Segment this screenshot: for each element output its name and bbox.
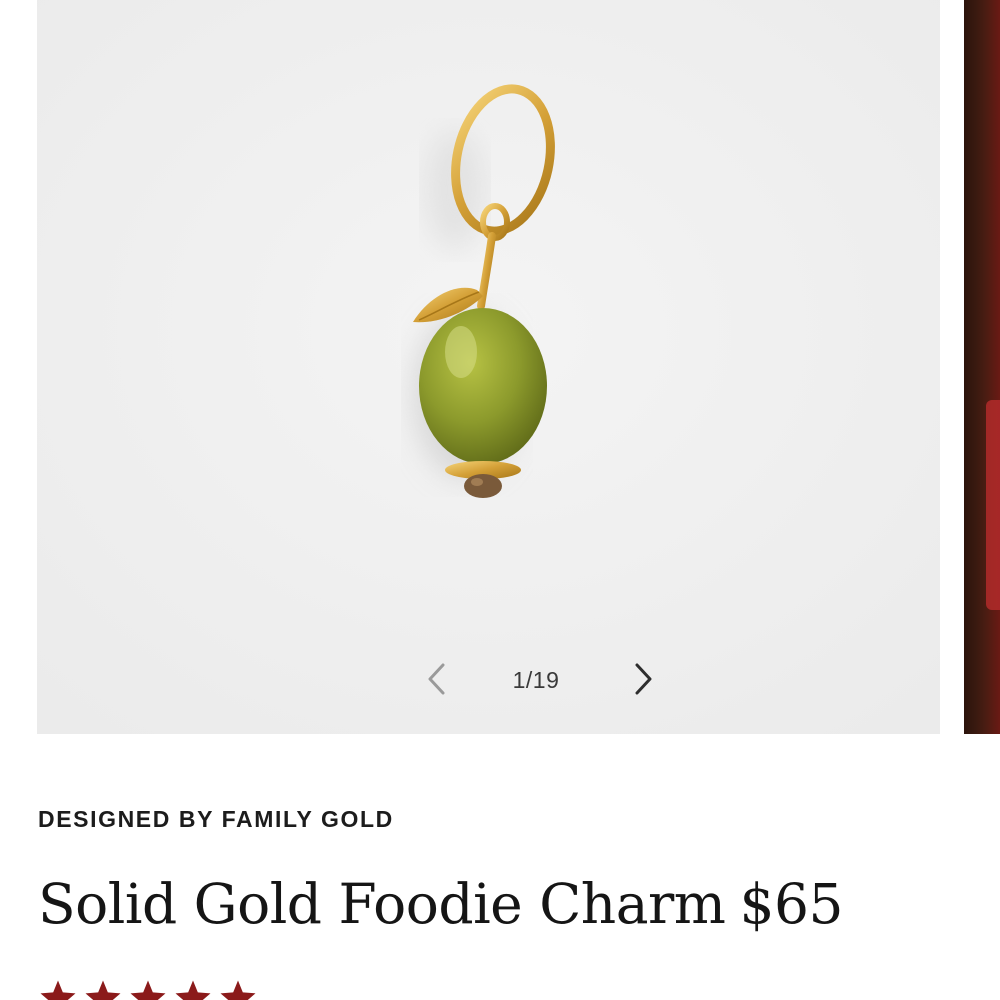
product-image-gallery[interactable]: 1/19 — [37, 0, 940, 734]
chevron-left-icon — [428, 663, 445, 695]
brand-line: DESIGNED BY FAMILY GOLD — [38, 806, 394, 832]
star-icon — [130, 980, 166, 1000]
star-icon — [220, 980, 256, 1000]
product-price: $65 — [739, 872, 843, 936]
next-image-button[interactable] — [623, 655, 663, 703]
product-photo — [37, 0, 940, 734]
chevron-right-icon — [635, 663, 652, 695]
previous-image-button[interactable] — [417, 655, 457, 703]
star-rating[interactable] — [38, 978, 263, 1000]
gallery-navigation: 1/19 — [417, 655, 657, 703]
next-slide-accent — [986, 400, 1000, 610]
slide-counter: 1/19 — [512, 667, 560, 693]
star-icon — [85, 980, 121, 1000]
next-slide-preview[interactable] — [964, 0, 1000, 734]
star-icon — [175, 980, 211, 1000]
product-title: Solid Gold Foodie Charm — [38, 872, 726, 936]
product-page: 1/19 DESIGNED BY FAMILY GOLD Solid Gold … — [0, 0, 1000, 1000]
star-icon — [40, 980, 76, 1000]
product-title-row: Solid Gold Foodie Charm $65 — [38, 872, 843, 936]
